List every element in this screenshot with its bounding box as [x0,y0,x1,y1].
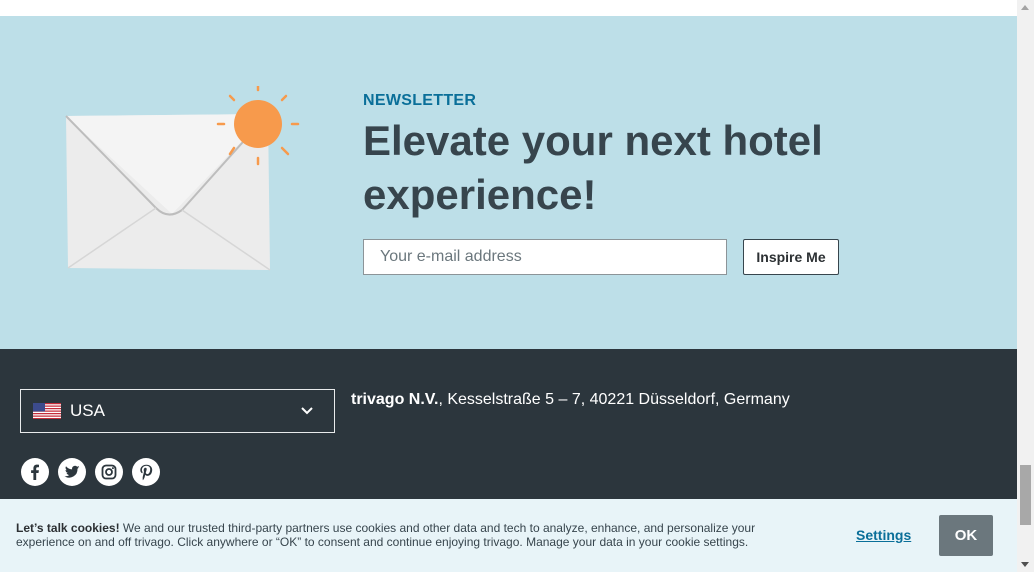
cookie-settings-link[interactable]: Settings [856,527,911,543]
scroll-thumb[interactable] [1020,465,1031,525]
email-input[interactable] [363,239,727,275]
cookie-banner[interactable]: Let’s talk cookies! We and our trusted t… [0,499,1017,572]
scrollbar[interactable] [1017,0,1034,572]
scroll-up-icon[interactable] [1021,5,1029,10]
facebook-icon[interactable] [21,458,49,486]
address-text: , Kesselstraße 5 – 7, 40221 Düsseldorf, … [438,391,790,408]
scroll-down-icon[interactable] [1021,562,1029,567]
company-address: trivago N.V., Kesselstraße 5 – 7, 40221 … [351,391,790,409]
instagram-icon[interactable] [95,458,123,486]
social-links [21,458,160,486]
newsletter-section: NEWSLETTER Elevate your next hotel exper… [0,16,1017,349]
cookie-ok-button[interactable]: OK [939,515,993,556]
chevron-down-icon [301,407,313,415]
cookie-body: We and our trusted third-party partners … [16,521,756,549]
top-strip [0,0,1017,17]
us-flag-icon [33,403,61,419]
inspire-me-button[interactable]: Inspire Me [743,239,839,275]
envelope-illustration [60,82,300,276]
newsletter-kicker: NEWSLETTER [363,92,477,109]
country-select[interactable]: USA [20,389,335,433]
twitter-icon[interactable] [58,458,86,486]
cookie-heading: Let’s talk cookies! [16,521,120,535]
pinterest-icon[interactable] [132,458,160,486]
country-label: USA [70,401,105,420]
cookie-text: Let’s talk cookies! We and our trusted t… [16,521,796,549]
company-name: trivago N.V. [351,391,439,408]
newsletter-title: Elevate your next hotel experience! [363,117,823,218]
